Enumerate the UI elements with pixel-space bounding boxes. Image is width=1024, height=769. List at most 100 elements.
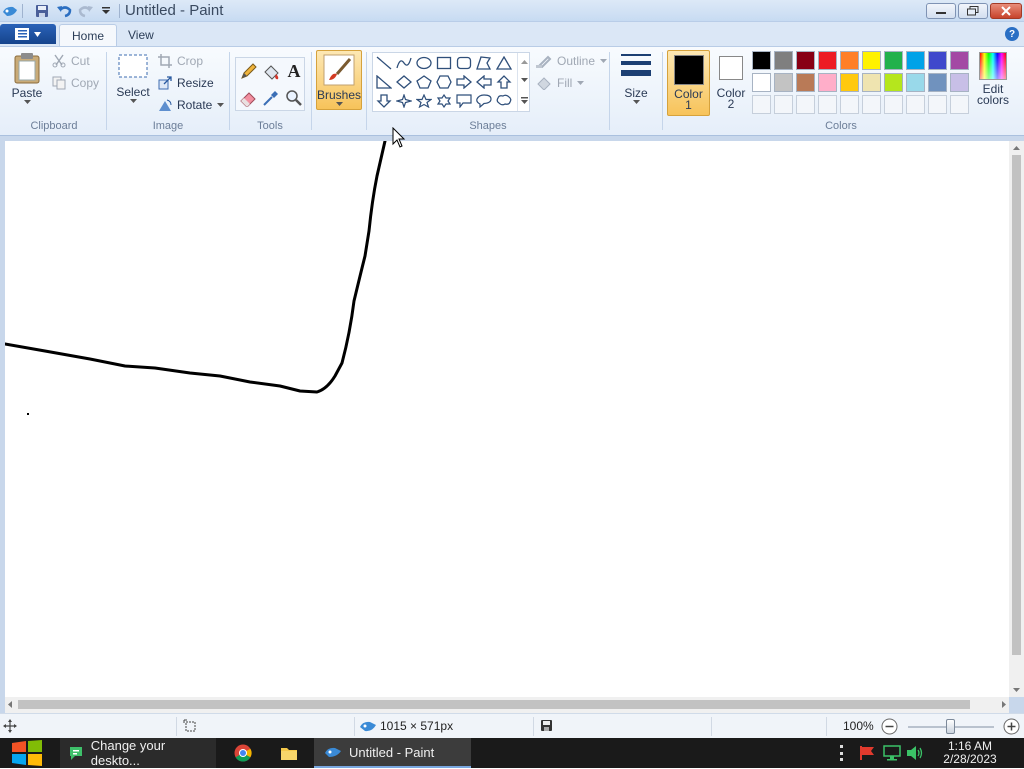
custom-color-slot[interactable] bbox=[862, 95, 881, 114]
rounded-rectangle-shape-icon[interactable] bbox=[454, 54, 473, 72]
restore-button[interactable] bbox=[958, 3, 988, 19]
palette-swatch[interactable] bbox=[752, 51, 771, 70]
tab-home[interactable]: Home bbox=[59, 24, 118, 46]
zoom-in-icon[interactable] bbox=[1003, 718, 1020, 735]
select-button[interactable]: Select bbox=[115, 52, 151, 110]
volume-icon[interactable] bbox=[906, 745, 924, 761]
four-point-star-shape-icon[interactable] bbox=[394, 92, 413, 110]
vertical-scroll-thumb[interactable] bbox=[1012, 155, 1021, 655]
palette-swatch[interactable] bbox=[774, 73, 793, 92]
six-point-star-shape-icon[interactable] bbox=[434, 92, 453, 110]
taskbar-item-settings[interactable]: Change your deskto... bbox=[60, 738, 216, 768]
cloud-callout-shape-icon[interactable] bbox=[494, 92, 513, 110]
line-shape-icon[interactable] bbox=[374, 54, 393, 72]
custom-color-slot[interactable] bbox=[884, 95, 903, 114]
down-arrow-shape-icon[interactable] bbox=[374, 92, 393, 110]
rotate-button[interactable]: Rotate bbox=[158, 95, 225, 115]
diamond-shape-icon[interactable] bbox=[394, 73, 413, 91]
palette-swatch[interactable] bbox=[752, 73, 771, 92]
palette-swatch[interactable] bbox=[796, 73, 815, 92]
expand-gallery-icon[interactable] bbox=[520, 96, 528, 104]
fill-bucket-icon[interactable] bbox=[260, 59, 282, 84]
paint-app-icon[interactable] bbox=[2, 3, 18, 19]
color2-button[interactable]: Color 2 bbox=[712, 50, 750, 116]
hexagon-shape-icon[interactable] bbox=[434, 73, 453, 91]
palette-swatch[interactable] bbox=[862, 51, 881, 70]
right-triangle-shape-icon[interactable] bbox=[374, 73, 393, 91]
copy-button[interactable]: Copy bbox=[52, 73, 99, 93]
palette-swatch[interactable] bbox=[928, 73, 947, 92]
rectangle-callout-shape-icon[interactable] bbox=[454, 92, 473, 110]
custom-color-slot[interactable] bbox=[796, 95, 815, 114]
color1-button[interactable]: Color 1 bbox=[667, 50, 710, 116]
drawing-canvas[interactable] bbox=[5, 141, 1009, 697]
fill-button[interactable]: Fill bbox=[536, 73, 585, 93]
start-button[interactable] bbox=[10, 740, 44, 766]
resize-button[interactable]: Resize bbox=[158, 73, 214, 93]
palette-swatch[interactable] bbox=[840, 73, 859, 92]
horizontal-scrollbar[interactable] bbox=[5, 697, 1009, 713]
show-hidden-icons-icon[interactable] bbox=[840, 745, 844, 761]
custom-color-slot[interactable] bbox=[752, 95, 771, 114]
right-arrow-shape-icon[interactable] bbox=[454, 73, 473, 91]
outline-button[interactable]: Outline bbox=[536, 51, 608, 71]
redo-icon[interactable] bbox=[78, 3, 94, 19]
custom-color-slot[interactable] bbox=[906, 95, 925, 114]
palette-swatch[interactable] bbox=[884, 73, 903, 92]
pencil-icon[interactable] bbox=[237, 59, 259, 84]
five-point-star-shape-icon[interactable] bbox=[414, 92, 433, 110]
custom-color-slot[interactable] bbox=[774, 95, 793, 114]
oval-callout-shape-icon[interactable] bbox=[474, 92, 493, 110]
horizontal-scroll-thumb[interactable] bbox=[18, 700, 970, 709]
scroll-left-icon[interactable] bbox=[5, 697, 15, 713]
vertical-scrollbar[interactable] bbox=[1009, 141, 1024, 697]
undo-icon[interactable] bbox=[56, 3, 72, 19]
custom-color-slot[interactable] bbox=[950, 95, 969, 114]
color-picker-icon[interactable] bbox=[260, 85, 282, 110]
zoom-slider-thumb[interactable] bbox=[946, 719, 955, 734]
palette-swatch[interactable] bbox=[774, 51, 793, 70]
paste-button[interactable]: Paste bbox=[9, 52, 45, 110]
palette-swatch[interactable] bbox=[840, 51, 859, 70]
palette-swatch[interactable] bbox=[818, 51, 837, 70]
save-icon[interactable] bbox=[34, 3, 50, 19]
oval-shape-icon[interactable] bbox=[414, 54, 433, 72]
palette-swatch[interactable] bbox=[906, 51, 925, 70]
palette-swatch[interactable] bbox=[950, 51, 969, 70]
customize-quick-access-icon[interactable] bbox=[98, 3, 114, 19]
edit-colors-button[interactable]: Edit colors bbox=[975, 52, 1011, 114]
up-arrow-shape-icon[interactable] bbox=[494, 73, 513, 91]
text-tool-icon[interactable]: A bbox=[283, 59, 305, 84]
custom-color-slot[interactable] bbox=[928, 95, 947, 114]
taskbar-item-explorer[interactable] bbox=[272, 738, 306, 768]
network-icon[interactable] bbox=[882, 745, 902, 761]
custom-color-slot[interactable] bbox=[818, 95, 837, 114]
curve-shape-icon[interactable] bbox=[394, 54, 413, 72]
magnifier-icon[interactable] bbox=[283, 85, 305, 110]
triangle-shape-icon[interactable] bbox=[494, 54, 513, 72]
left-arrow-shape-icon[interactable] bbox=[474, 73, 493, 91]
taskbar-item-paint[interactable]: Untitled - Paint bbox=[314, 738, 471, 768]
palette-swatch[interactable] bbox=[950, 73, 969, 92]
chevron-down-icon[interactable] bbox=[520, 78, 528, 83]
rectangle-shape-icon[interactable] bbox=[434, 54, 453, 72]
scroll-right-icon[interactable] bbox=[999, 697, 1009, 713]
cut-button[interactable]: Cut bbox=[52, 51, 90, 71]
palette-swatch[interactable] bbox=[818, 73, 837, 92]
minimize-button[interactable] bbox=[926, 3, 956, 19]
tab-view[interactable]: View bbox=[116, 24, 166, 46]
polygon-shape-icon[interactable] bbox=[474, 54, 493, 72]
eraser-icon[interactable] bbox=[237, 85, 259, 110]
chevron-up-icon[interactable] bbox=[520, 60, 528, 65]
palette-swatch[interactable] bbox=[884, 51, 903, 70]
palette-swatch[interactable] bbox=[862, 73, 881, 92]
palette-swatch[interactable] bbox=[906, 73, 925, 92]
taskbar-item-chrome[interactable] bbox=[226, 738, 260, 768]
action-center-flag-icon[interactable] bbox=[858, 745, 876, 761]
close-button[interactable] bbox=[990, 3, 1022, 19]
size-button[interactable]: Size bbox=[616, 52, 656, 112]
palette-swatch[interactable] bbox=[928, 51, 947, 70]
file-menu-button[interactable] bbox=[0, 24, 56, 44]
pentagon-shape-icon[interactable] bbox=[414, 73, 433, 91]
custom-color-slot[interactable] bbox=[840, 95, 859, 114]
